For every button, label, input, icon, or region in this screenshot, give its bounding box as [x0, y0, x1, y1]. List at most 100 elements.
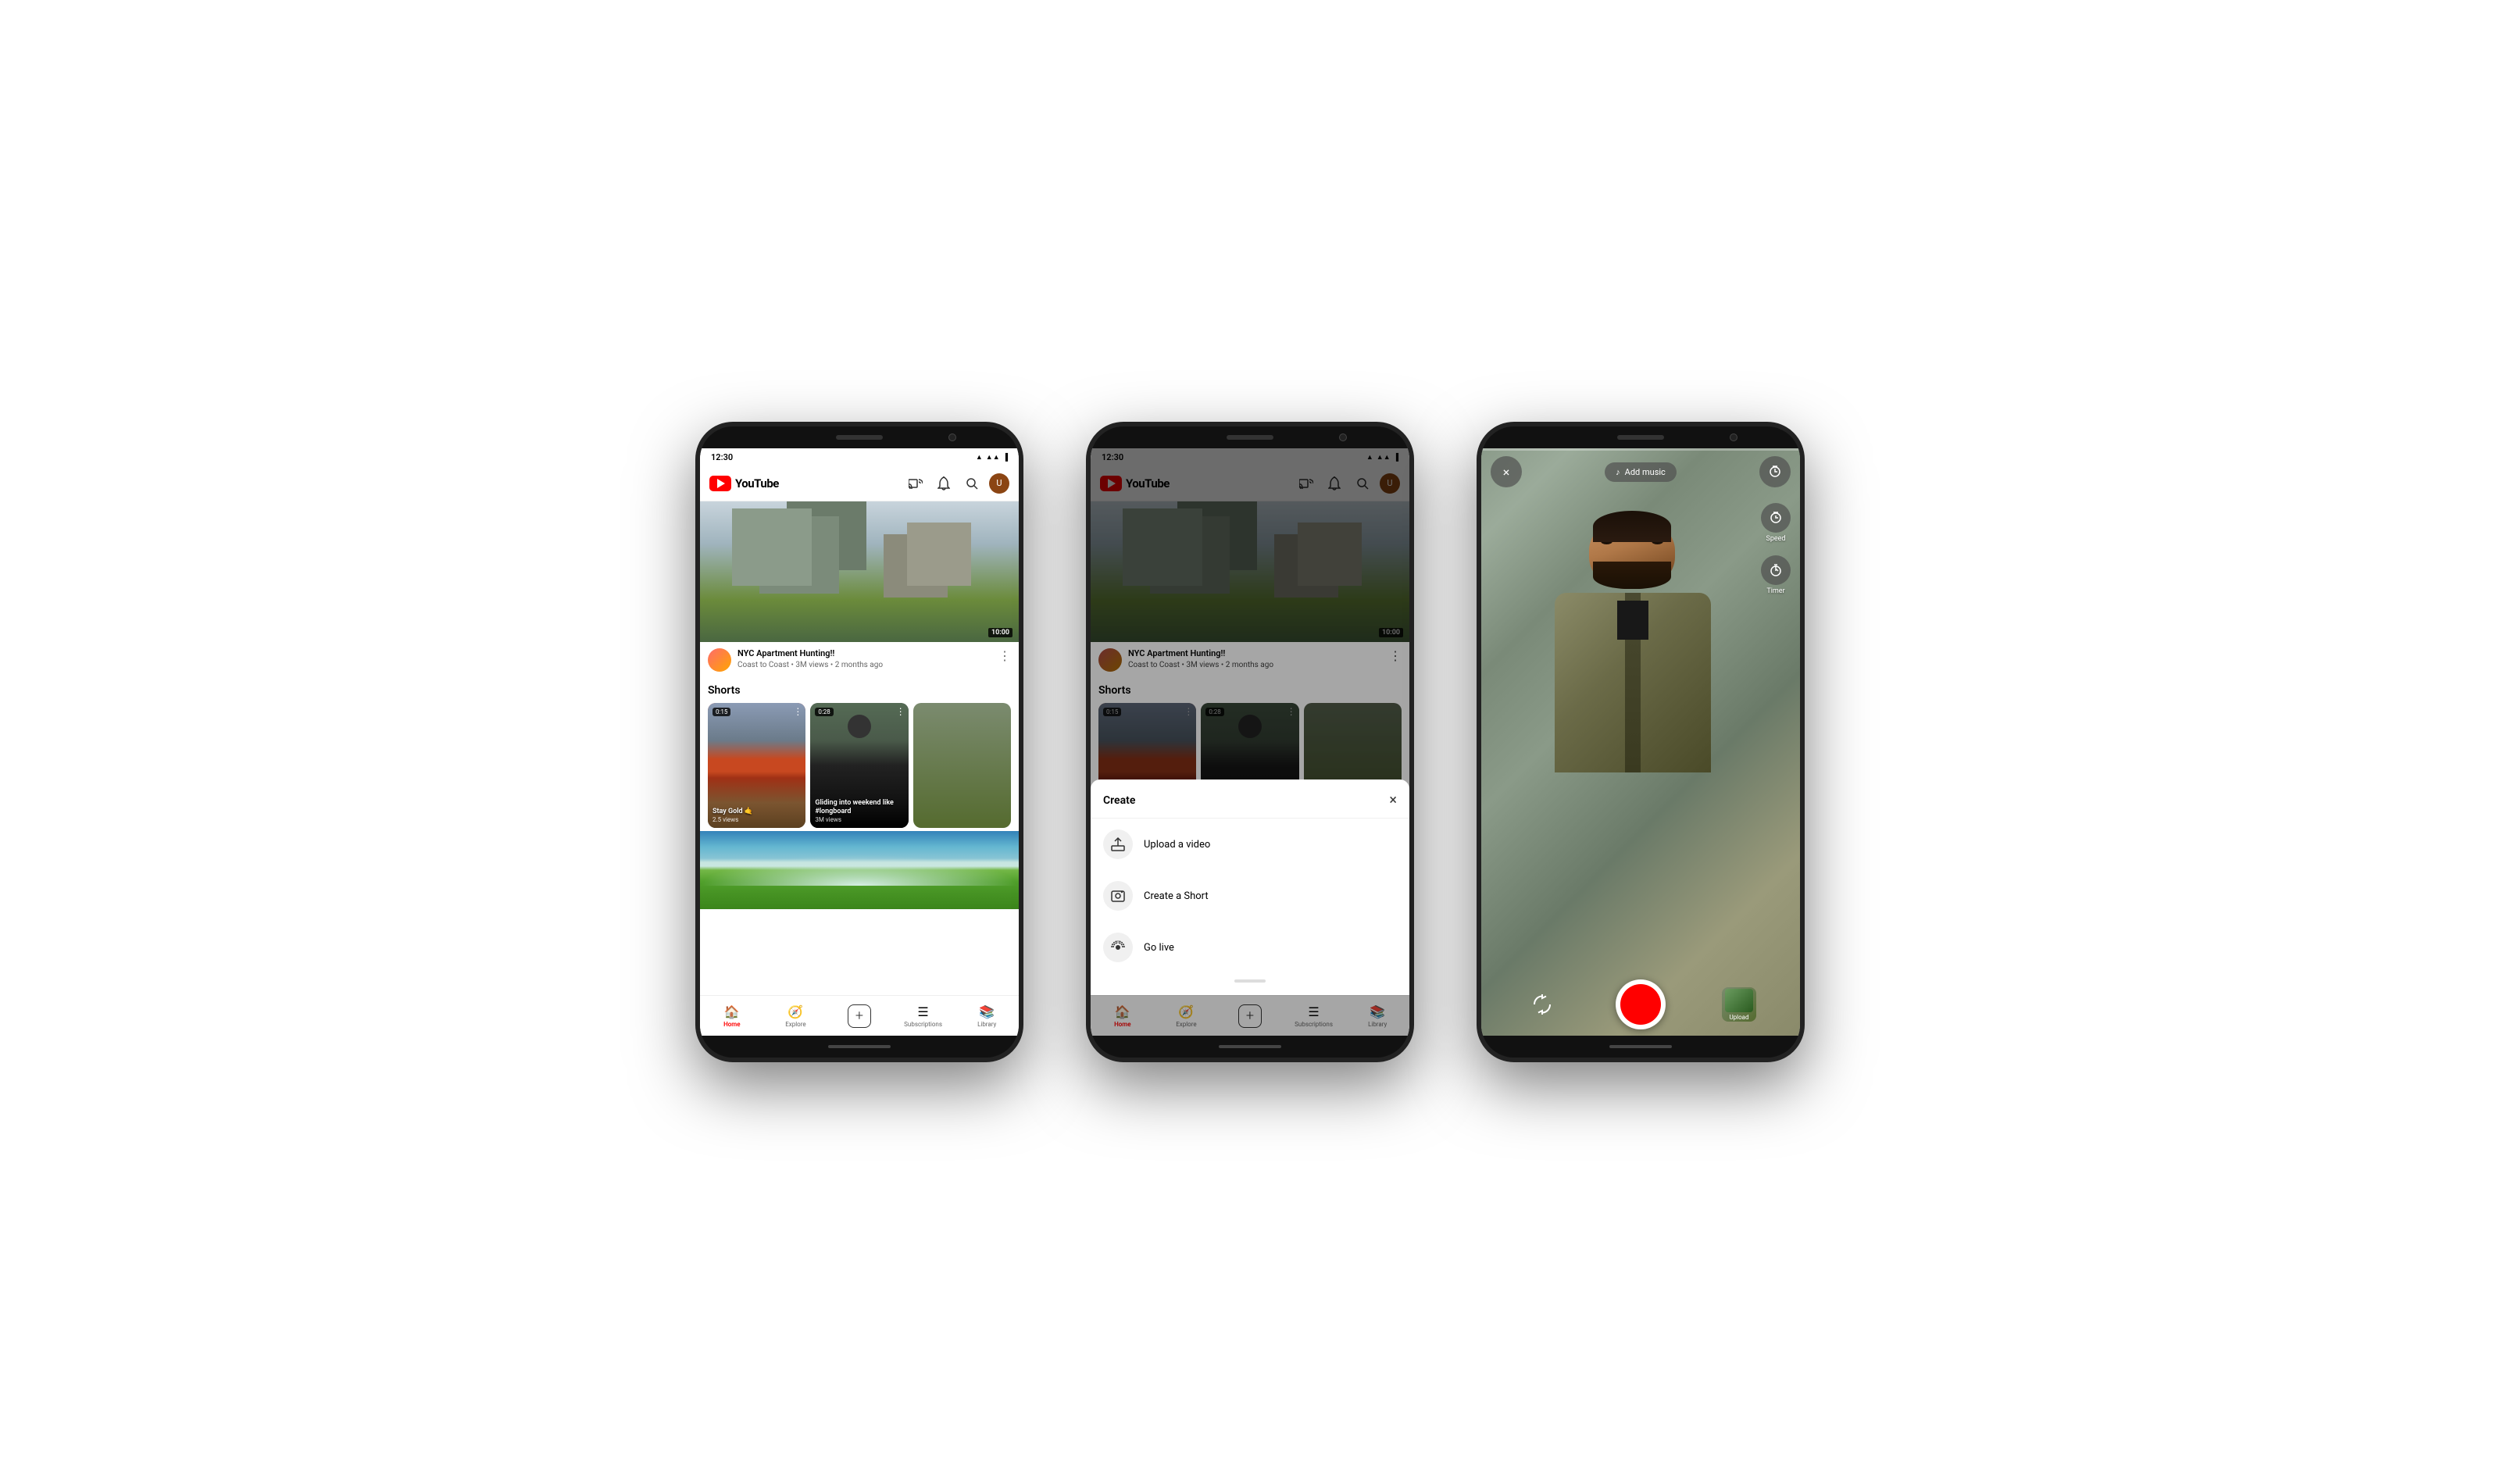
home-indicator-3[interactable]: [1609, 1045, 1672, 1048]
phone-3: × ♪ Add music: [1477, 422, 1805, 1062]
record-indicator: [1620, 984, 1661, 1025]
yt-logo-text: YouTube: [735, 476, 779, 491]
phone-2-screen: 12:30 ▲ ▲▲ ▐ YouTube: [1091, 448, 1409, 1036]
video-title: NYC Apartment Hunting!!: [738, 648, 992, 659]
create-short-label: Create a Short: [1144, 890, 1209, 902]
phone-3-camera: [1730, 433, 1738, 441]
go-live-label: Go live: [1144, 942, 1174, 954]
short-card-2[interactable]: 0:28 ⋮ Gliding into weekend like #longbo…: [810, 703, 908, 828]
channel-avatar[interactable]: [708, 648, 731, 672]
video-more-button[interactable]: ⋮: [998, 648, 1011, 663]
search-button[interactable]: [961, 473, 983, 494]
speed-button[interactable]: [1759, 456, 1791, 487]
status-time: 12:30: [711, 452, 733, 462]
status-icons: ▲ ▲▲ ▐: [976, 453, 1008, 462]
person-head: [1589, 511, 1675, 605]
gallery-image: [1725, 989, 1753, 1012]
hair: [1593, 511, 1671, 542]
create-short-icon-wrap: [1103, 881, 1133, 911]
nav-home[interactable]: 🏠 Home: [700, 1004, 764, 1028]
phone-2-shell: 12:30 ▲ ▲▲ ▐ YouTube: [1086, 422, 1414, 1062]
volume-up-button-2[interactable]: [1086, 528, 1088, 555]
wifi-icon: ▲: [976, 453, 983, 462]
shirt: [1617, 601, 1648, 640]
volume-up-button[interactable]: [695, 528, 697, 555]
short-more-2[interactable]: ⋮: [896, 706, 905, 717]
short-card-1[interactable]: 0:15 ⋮ Stay Gold 🤙 2.5 views: [708, 703, 805, 828]
phone-speaker: [836, 435, 883, 440]
upload-icon-wrap: [1103, 829, 1133, 859]
drag-indicator: [1234, 979, 1266, 983]
flip-camera-button[interactable]: [1525, 987, 1559, 1022]
yt-logo-icon: [709, 476, 731, 491]
video-subtitle: Coast to Coast • 3M views • 2 months ago: [738, 661, 992, 669]
person-jacket: [1555, 593, 1711, 772]
upload-from-gallery[interactable]: Upload: [1722, 987, 1756, 1022]
phone-3-notch: [1481, 426, 1800, 448]
youtube-header: YouTube U: [700, 466, 1019, 501]
phone-3-speaker: [1617, 435, 1664, 440]
phone-3-bottom-bar: [1481, 1036, 1800, 1058]
shorts-title: Shorts: [708, 684, 1011, 697]
video-info: NYC Apartment Hunting!! Coast to Coast •…: [700, 642, 1019, 678]
beard: [1593, 562, 1671, 589]
go-live-icon-wrap: [1103, 933, 1133, 962]
library-label: Library: [977, 1021, 996, 1028]
nav-subscriptions[interactable]: ☰ Subscriptions: [891, 1004, 955, 1028]
youtube-logo[interactable]: YouTube: [709, 476, 779, 491]
add-music-button[interactable]: ♪ Add music: [1605, 462, 1677, 482]
music-icon: ♪: [1616, 467, 1620, 477]
home-indicator-2[interactable]: [1219, 1045, 1281, 1048]
phone-3-shell: × ♪ Add music: [1477, 422, 1805, 1062]
volume-down-button-2[interactable]: [1086, 563, 1088, 602]
subscriptions-icon: ☰: [917, 1004, 928, 1019]
explore-label: Explore: [785, 1021, 805, 1028]
phone-2-camera: [1339, 433, 1347, 441]
user-avatar[interactable]: U: [989, 473, 1009, 494]
speed-control[interactable]: Speed: [1761, 503, 1791, 543]
video-meta: NYC Apartment Hunting!! Coast to Coast •…: [738, 648, 992, 669]
nav-explore[interactable]: 🧭 Explore: [764, 1004, 828, 1028]
notifications-button[interactable]: [933, 473, 955, 494]
landscape-thumbnail[interactable]: [700, 831, 1019, 909]
short-info-2: Gliding into weekend like #longboard 3M …: [815, 799, 903, 823]
home-indicator[interactable]: [828, 1045, 891, 1048]
video-thumbnail[interactable]: 10:00: [700, 501, 1019, 642]
power-button-3[interactable]: [1803, 536, 1805, 575]
volume-down-button-3[interactable]: [1477, 563, 1478, 602]
timer-control[interactable]: Timer: [1761, 555, 1791, 595]
timer-icon-wrap: [1761, 555, 1791, 585]
nav-create[interactable]: +: [827, 1004, 891, 1028]
explore-icon: 🧭: [788, 1004, 803, 1019]
camera-bottom-bar: Upload: [1481, 973, 1800, 1036]
create-modal-close-button[interactable]: ×: [1389, 792, 1397, 808]
speed-label: Speed: [1766, 535, 1785, 543]
create-short-item[interactable]: Create a Short: [1091, 870, 1409, 922]
thumbnail-image: [700, 501, 1019, 642]
upload-label: Upload: [1729, 1014, 1748, 1021]
record-button[interactable]: [1616, 979, 1666, 1029]
cast-button[interactable]: [905, 473, 927, 494]
upload-video-label: Upload a video: [1144, 839, 1210, 851]
create-modal-header: Create ×: [1091, 792, 1409, 819]
create-button[interactable]: +: [848, 1004, 871, 1028]
short-label-2: Gliding into weekend like #longboard: [815, 799, 903, 816]
volume-down-button[interactable]: [695, 563, 697, 602]
power-button[interactable]: [1022, 536, 1023, 575]
camera-subject: [1481, 448, 1800, 1036]
bottom-nav: 🏠 Home 🧭 Explore + ☰ Subscriptions 📚 Lib…: [700, 995, 1019, 1036]
nav-library[interactable]: 📚 Library: [955, 1004, 1019, 1028]
close-camera-button[interactable]: ×: [1491, 456, 1522, 487]
go-live-item[interactable]: Go live: [1091, 922, 1409, 973]
phone-bottom-bar: [700, 1036, 1019, 1058]
volume-up-button-3[interactable]: [1477, 528, 1478, 555]
short-views-1: 2.5 views: [712, 816, 801, 823]
power-button-2[interactable]: [1412, 536, 1414, 575]
shorts-section: Shorts 0:15 ⋮ Stay Gold 🤙 2.5 views 0:28: [700, 678, 1019, 831]
signal-icon: ▲▲: [986, 453, 1000, 462]
short-card-partial: [913, 703, 1011, 828]
camera-top-bar: × ♪ Add music: [1481, 448, 1800, 495]
upload-video-item[interactable]: Upload a video: [1091, 819, 1409, 870]
short-more-1[interactable]: ⋮: [793, 706, 802, 717]
battery-icon: ▐: [1003, 453, 1008, 462]
